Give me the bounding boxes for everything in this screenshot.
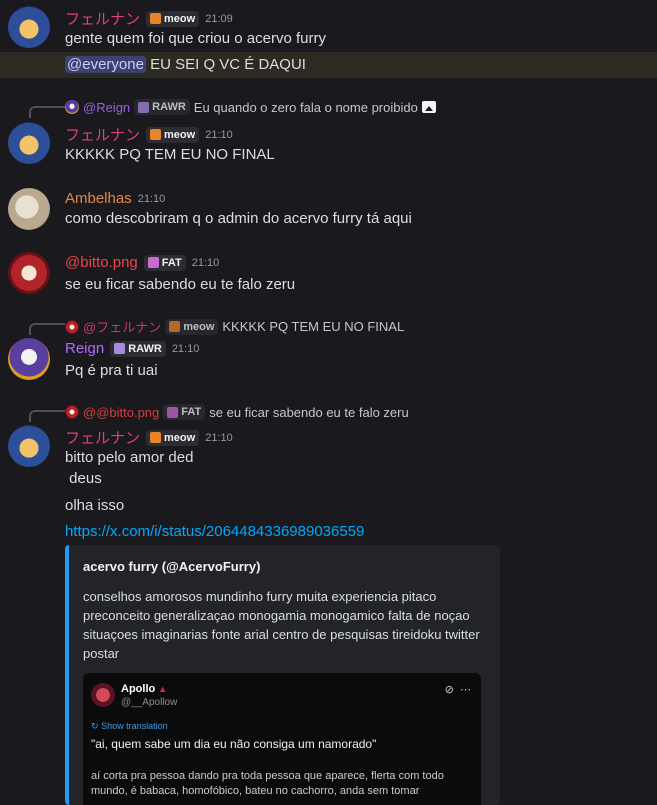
- message-text: bitto pelo amor ded: [65, 449, 194, 466]
- message-text: gente quem foi que criou o acervo furry: [65, 30, 326, 47]
- reply-preview[interactable]: @@bitto.png FAT se eu ficar sabendo eu t…: [65, 404, 409, 420]
- fox-icon: [150, 432, 162, 443]
- avatar[interactable]: [8, 122, 50, 164]
- reply-spine: [29, 106, 65, 118]
- link-embed: acervo furry (@AcervoFurry) conselhos am…: [65, 545, 500, 805]
- reply-author[interactable]: @Reign: [83, 100, 130, 115]
- reply-text: KKKKK PQ TEM EU NO FINAL: [222, 319, 405, 334]
- timestamp: 21:10: [191, 256, 220, 269]
- reply-text: se eu ficar sabendo eu te falo zeru: [209, 404, 409, 420]
- cat-icon: [114, 343, 126, 354]
- reply-text: Eu quando o zero fala o nome proibido: [193, 99, 418, 115]
- fox-icon: [150, 129, 162, 140]
- guild-tag[interactable]: meow: [146, 10, 200, 27]
- tweet-author: Apollo ▲: [121, 683, 168, 695]
- tweet-body: aí corta pra pessoa dando pra toda pesso…: [91, 770, 444, 797]
- tweet-link[interactable]: https://x.com/i/status/20644843369890365…: [65, 523, 364, 540]
- reply-spine: [29, 323, 65, 335]
- message-text: se eu ficar sabendo eu te falo zeru: [65, 276, 296, 293]
- avatar: [65, 100, 79, 114]
- author-name[interactable]: Reign: [65, 340, 104, 357]
- author-name[interactable]: Ambelhas: [65, 190, 132, 207]
- guild-tag: meow: [165, 318, 219, 335]
- author-name[interactable]: フェルナン: [65, 427, 140, 448]
- message-text: KKKKK PQ TEM EU NO FINAL: [65, 146, 275, 163]
- cat-icon: [138, 101, 150, 113]
- timestamp: 21:09: [205, 12, 233, 25]
- message-text: deus: [65, 470, 102, 487]
- more-icon: ⋯: [460, 684, 471, 696]
- avatar: [65, 405, 79, 419]
- timestamp: 21:10: [171, 342, 200, 355]
- avatar[interactable]: [8, 252, 50, 294]
- timestamp: 21:10: [205, 431, 233, 444]
- everyone-mention[interactable]: @everyone: [65, 56, 146, 73]
- avatar[interactable]: [8, 338, 50, 380]
- tweet-actions: ⊘ ⋯: [445, 683, 471, 696]
- message-text: como descobriram q o admin do acervo fur…: [65, 210, 412, 227]
- guild-tag[interactable]: meow: [146, 429, 200, 446]
- guild-tag: FAT: [163, 404, 206, 420]
- reply-author[interactable]: @@bitto.png: [83, 405, 159, 420]
- avatar[interactable]: [8, 6, 50, 48]
- reply-preview[interactable]: @フェルナン meow KKKKK PQ TEM EU NO FINAL: [65, 317, 404, 336]
- embed-author[interactable]: acervo furry (@AcervoFurry): [83, 559, 260, 574]
- embed-image[interactable]: Apollo ▲ @__Apollow ⊘ ⋯ ↻ Show translati…: [83, 673, 481, 805]
- show-translation: ↻ Show translation: [91, 721, 168, 731]
- reply-author[interactable]: @フェルナン: [83, 317, 161, 336]
- avatar: [91, 683, 115, 707]
- avatar: [65, 319, 79, 334]
- message-text: olha isso: [65, 497, 125, 514]
- message-text: @everyone EU SEI Q VC É DAQUI: [65, 56, 306, 73]
- grok-icon: ⊘: [444, 684, 454, 696]
- mushroom-icon: [147, 257, 159, 268]
- guild-tag[interactable]: FAT: [143, 254, 186, 271]
- author-name[interactable]: フェルナン: [65, 8, 140, 29]
- fox-icon: [150, 13, 162, 24]
- guild-tag: RAWR: [134, 99, 190, 115]
- image-icon: [421, 101, 436, 113]
- reply-preview[interactable]: @Reign RAWR Eu quando o zero fala o nome…: [65, 99, 436, 115]
- tweet-handle: @__Apollow: [121, 697, 178, 708]
- timestamp: 21:10: [205, 128, 233, 141]
- triangle-icon: ▲: [158, 684, 168, 694]
- fox-icon: [169, 321, 181, 332]
- author-name[interactable]: @bitto.png: [65, 254, 138, 271]
- avatar[interactable]: [8, 188, 50, 230]
- translate-icon: ↻: [91, 721, 99, 731]
- reply-spine: [29, 410, 65, 422]
- avatar[interactable]: [8, 425, 50, 467]
- mushroom-icon: [167, 406, 179, 418]
- guild-tag[interactable]: RAWR: [110, 340, 166, 357]
- tweet-quote: "ai, quem sabe um dia eu não consiga um …: [91, 737, 377, 751]
- timestamp: 21:10: [137, 192, 166, 205]
- message-text: Pq é pra ti uai: [65, 362, 158, 379]
- author-name[interactable]: フェルナン: [65, 124, 140, 145]
- guild-tag[interactable]: meow: [146, 126, 200, 143]
- embed-description: conselhos amorosos mundinho furry muita …: [83, 589, 480, 661]
